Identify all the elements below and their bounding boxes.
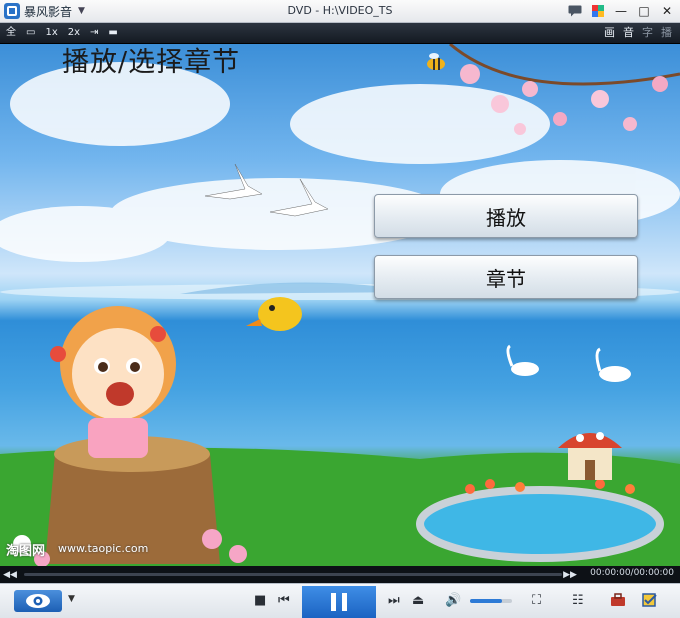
swans (506, 344, 631, 382)
eye-icon[interactable] (14, 590, 62, 612)
play-menu-button[interactable]: 播放 (374, 194, 638, 238)
checkbox-icon[interactable] (642, 593, 658, 612)
pause-button[interactable] (302, 586, 376, 618)
watermark-url: www.taopic.com (58, 542, 149, 555)
watermark-brand: 淘图网 (6, 544, 46, 559)
pond (416, 486, 664, 562)
chapters-menu-button[interactable]: 章节 (374, 255, 638, 299)
seek-bar-panel: ◀◀ ▶▶ 00:00:00/00:00:00 (0, 566, 680, 583)
toolbox-icon[interactable] (610, 593, 626, 612)
previous-button[interactable]: ⏮ (278, 593, 290, 609)
chevron-down-icon[interactable]: ▼ (68, 594, 75, 604)
time-display: 00:00:00/00:00:00 (590, 568, 674, 578)
bee (427, 53, 445, 70)
mini-mode-button[interactable]: ▭ (26, 26, 35, 40)
screen-icon[interactable]: ⛶ (532, 593, 541, 609)
eject-button[interactable]: ⏏ (412, 593, 424, 609)
scale-1x-button[interactable]: 1x (45, 26, 57, 40)
minimize-button[interactable]: — (610, 1, 632, 20)
widescreen-button[interactable]: ▬ (108, 26, 117, 40)
fit-button[interactable]: ⇥ (90, 26, 98, 40)
playback-settings-button[interactable]: 播 (661, 26, 672, 40)
forward-button[interactable]: ▶▶ (560, 570, 580, 580)
seek-track[interactable] (24, 573, 562, 576)
next-button[interactable]: ⏭ (388, 593, 400, 609)
playlist-icon[interactable]: ☷ (572, 593, 584, 609)
title-bar: 暴风影音 ▼ DVD - H:\VIDEO_TS — □ ✕ (0, 0, 680, 23)
fullscreen-button[interactable]: 全 (6, 26, 16, 40)
palette-icon[interactable] (587, 1, 609, 20)
control-bar: ▼ ■ ⏮ ⏭ ⏏ 🔊 ⛶ ☷ (0, 583, 680, 618)
bird (246, 297, 302, 331)
speech-bubble-icon[interactable] (564, 1, 586, 20)
volume-level (470, 599, 502, 603)
picture-settings-button[interactable]: 画 (604, 26, 615, 40)
player-toolbar: 全 ▭ 1x 2x ⇥ ▬ 画 音 字 播 (0, 23, 680, 43)
video-area[interactable]: 播放/选择章节 播放 章节 淘图网 www.taopic.com (0, 44, 680, 566)
volume-slider[interactable] (470, 599, 512, 603)
stop-button[interactable]: ■ (254, 593, 266, 609)
pause-icon (331, 593, 336, 611)
dvd-menu-background (0, 44, 680, 566)
cartoon-girl (50, 306, 176, 458)
rewind-button[interactable]: ◀◀ (0, 570, 20, 580)
subtitle-settings-button[interactable]: 字 (642, 26, 653, 40)
maximize-button[interactable]: □ (633, 1, 655, 20)
audio-settings-button[interactable]: 音 (623, 26, 634, 40)
scale-2x-button[interactable]: 2x (68, 26, 80, 40)
volume-icon[interactable]: 🔊 (445, 593, 461, 609)
close-button[interactable]: ✕ (656, 1, 678, 20)
menu-title: 播放/选择章节 (62, 47, 241, 78)
